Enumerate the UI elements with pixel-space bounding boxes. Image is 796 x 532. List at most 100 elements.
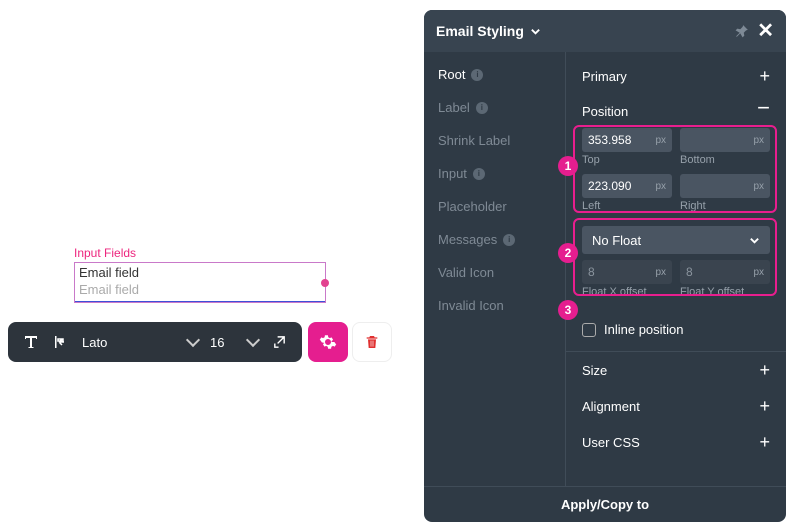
left-input[interactable]: px [582,174,672,198]
left-value[interactable] [588,179,655,193]
right-input[interactable]: px [680,174,770,198]
widget-type-label: Input Fields [74,246,326,260]
sidebar-item-placeholder[interactable]: Placeholder [424,190,565,223]
prop-label: User CSS [582,435,640,450]
sidebar-item-label: Label [438,100,470,115]
top-value[interactable] [588,133,655,147]
footer-label: Apply/Copy to [561,497,649,512]
panel-body: Root i Label i Shrink Label Input i Plac… [424,52,786,486]
align-button[interactable] [46,326,76,358]
chevron-down-icon [530,26,541,37]
float-x-input[interactable]: px [582,260,672,284]
panel-sidebar: Root i Label i Shrink Label Input i Plac… [424,52,566,486]
unit-label: px [655,267,666,278]
widget-box[interactable]: Email field Email field [74,262,326,303]
prop-label: Primary [582,69,627,84]
sidebar-item-shrink-label[interactable]: Shrink Label [424,124,565,157]
sidebar-item-input[interactable]: Input i [424,157,565,190]
text-icon [23,334,39,350]
resize-handle[interactable] [321,279,329,287]
apply-copy-button[interactable]: Apply/Copy to [424,486,786,522]
info-icon: i [473,168,485,180]
expand-icon[interactable]: + [759,67,770,85]
font-family-select[interactable]: Lato [82,328,198,356]
expand-icon[interactable]: + [759,397,770,415]
canvas-input-field-widget[interactable]: Input Fields Email field Email field [74,246,326,303]
float-x-value[interactable] [588,265,655,279]
font-family-value: Lato [82,335,107,350]
delete-button[interactable] [352,322,392,362]
prop-position[interactable]: Position − [566,94,786,128]
unit-label: px [753,267,764,278]
unit-label: px [753,135,764,146]
sidebar-item-label: Input [438,166,467,181]
unit-label: px [753,181,764,192]
styling-panel: Email Styling ✕ Root i Label i Shrink La… [424,10,786,522]
open-external-button[interactable] [264,326,294,358]
format-toolbar: Lato 16 [8,322,402,362]
float-x-label: Float X offset [582,286,672,298]
align-left-icon [53,334,69,350]
unit-label: px [655,135,666,146]
left-label: Left [582,200,672,212]
float-select-value: No Float [592,233,641,248]
info-icon: i [471,69,483,81]
input-underline [75,301,325,302]
prop-label: Position [582,104,628,119]
chevron-down-icon [246,333,260,347]
bottom-label: Bottom [680,154,770,166]
prop-label: Alignment [582,399,640,414]
collapse-icon[interactable]: − [757,97,770,119]
expand-icon[interactable]: + [759,433,770,451]
prop-user-css[interactable]: User CSS + [566,424,786,460]
sidebar-item-label: Messages [438,232,497,247]
float-y-input[interactable]: px [680,260,770,284]
sidebar-item-label[interactable]: Label i [424,91,565,124]
settings-button[interactable] [308,322,348,362]
bottom-value[interactable] [686,133,753,147]
field-label-text: Email field [75,263,325,280]
properties-column: Primary + Position − px px [566,52,786,486]
sidebar-item-invalid-icon[interactable]: Invalid Icon [424,289,565,322]
sidebar-item-label: Valid Icon [438,265,494,280]
prop-alignment[interactable]: Alignment + [566,388,786,424]
font-size-select[interactable]: 16 [210,328,258,356]
pin-icon[interactable] [735,24,749,38]
expand-icon[interactable]: + [759,361,770,379]
inline-position-checkbox[interactable] [582,323,596,337]
panel-title[interactable]: Email Styling [436,23,735,39]
sidebar-item-root[interactable]: Root i [424,58,565,91]
font-size-value: 16 [210,335,224,350]
prop-size[interactable]: Size + [566,352,786,388]
chevron-down-icon [186,333,200,347]
sidebar-item-label: Invalid Icon [438,298,504,313]
prop-label: Size [582,363,607,378]
sidebar-item-label: Root [438,67,465,82]
right-label: Right [680,200,770,212]
inline-position-label: Inline position [604,322,684,337]
sidebar-item-messages[interactable]: Messages i [424,223,565,256]
float-select[interactable]: No Float [582,226,770,254]
sidebar-item-label: Placeholder [438,199,507,214]
toolbar-dark-group: Lato 16 [8,322,302,362]
trash-icon [364,334,380,350]
chevron-down-icon [749,235,760,246]
position-section: px px Top Bottom px [566,128,786,314]
inline-position-row: Inline position [566,314,786,352]
sidebar-item-valid-icon[interactable]: Valid Icon [424,256,565,289]
unit-label: px [655,181,666,192]
close-button[interactable]: ✕ [757,21,774,41]
info-icon: i [503,234,515,246]
external-link-icon [272,335,287,350]
info-icon: i [476,102,488,114]
right-value[interactable] [686,179,753,193]
field-placeholder-text: Email field [75,280,325,301]
prop-primary[interactable]: Primary + [566,58,786,94]
panel-title-text: Email Styling [436,23,524,39]
text-tool-button[interactable] [16,326,46,358]
top-input[interactable]: px [582,128,672,152]
gear-icon [319,333,337,351]
bottom-input[interactable]: px [680,128,770,152]
float-y-value[interactable] [686,265,753,279]
panel-header: Email Styling ✕ [424,10,786,52]
